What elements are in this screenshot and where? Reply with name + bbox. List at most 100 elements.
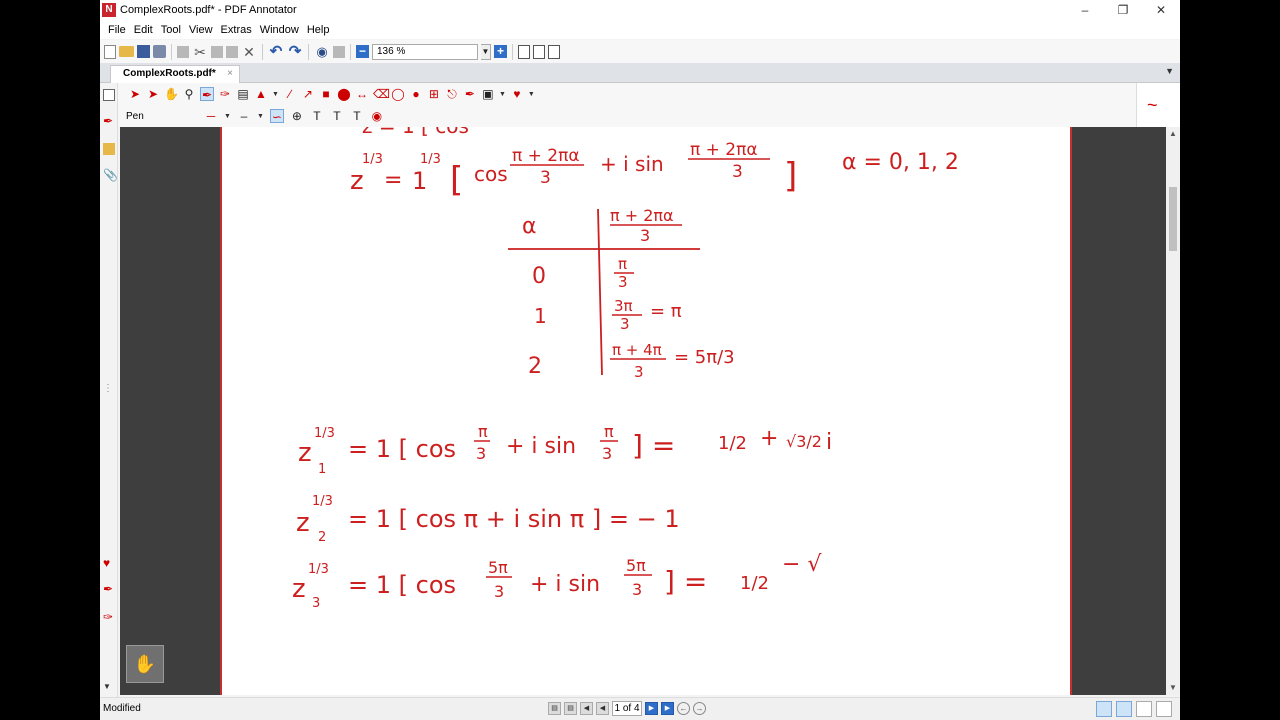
close-icon[interactable]: × <box>227 66 233 82</box>
ink-one: 1 <box>412 167 427 195</box>
cut-icon[interactable]: ✂ <box>192 44 208 60</box>
delete-icon[interactable]: ✕ <box>241 44 257 60</box>
menu-view[interactable]: View <box>185 24 217 36</box>
hand-icon[interactable]: ✋ <box>164 87 179 101</box>
snap-icon[interactable]: ⊕ <box>290 109 304 123</box>
last-page-icon[interactable]: ▶ <box>661 702 674 715</box>
zoom-input[interactable]: 136 % <box>372 43 478 60</box>
continuous-view-icon[interactable] <box>1116 701 1132 717</box>
text-strike-icon[interactable]: T <box>350 109 364 123</box>
pressure-icon[interactable]: ◉ <box>370 109 384 123</box>
menu-tool[interactable]: Tool <box>157 24 185 36</box>
image-icon[interactable]: ▣ <box>481 87 495 101</box>
chevron-down-icon[interactable]: ▼ <box>257 113 264 120</box>
smooth-stroke-icon[interactable]: ∽ <box>269 109 284 124</box>
two-page-view-icon[interactable] <box>1136 701 1152 717</box>
folder-icon[interactable] <box>103 143 115 155</box>
vertical-scrollbar[interactable]: ▲ ▼ <box>1166 127 1180 695</box>
new-document-icon[interactable] <box>104 44 116 59</box>
line-style-icon[interactable]: – <box>237 109 251 123</box>
save-as-icon[interactable] <box>153 45 166 58</box>
menu-help[interactable]: Help <box>303 24 334 36</box>
ellipse-icon[interactable]: ⬤ <box>337 87 351 101</box>
full-screen-icon[interactable] <box>548 44 560 59</box>
splitter-handle-icon[interactable]: ⋮ <box>103 383 115 395</box>
arrow-icon[interactable]: ↗ <box>301 87 315 101</box>
select-text-icon[interactable]: ➤ <box>146 87 160 101</box>
tab-complexroots[interactable]: ComplexRoots.pdf* × <box>110 65 240 83</box>
text-box-icon[interactable]: ▤ <box>236 87 250 101</box>
floating-hand-tool[interactable]: ✋ <box>126 645 164 683</box>
next-page-icon[interactable]: ▶ <box>645 702 658 715</box>
tool-name-label: Pen <box>126 110 144 122</box>
copy-icon[interactable] <box>211 45 223 58</box>
highlighter-icon[interactable]: ✑ <box>103 611 115 623</box>
zoom-out-icon[interactable]: − <box>356 45 369 58</box>
page-thumbnail-icon[interactable]: ▤ <box>564 702 577 715</box>
first-page-icon[interactable]: ◀ <box>580 702 593 715</box>
prev-page-icon[interactable]: ◀ <box>596 702 609 715</box>
link-icon[interactable]: ⎋ <box>445 87 459 101</box>
page-thumbnail-icon[interactable]: ▤ <box>548 702 561 715</box>
stamp-icon[interactable]: ▲ <box>254 87 268 101</box>
close-button[interactable]: ✕ <box>1142 0 1180 20</box>
save-icon[interactable] <box>137 45 150 58</box>
maximize-button[interactable]: ❐ <box>1104 0 1142 20</box>
line-icon[interactable]: ∕ <box>283 87 297 101</box>
chevron-down-icon[interactable]: ▼ <box>528 91 535 98</box>
pen-icon[interactable]: ✒ <box>103 115 115 127</box>
paperclip-icon[interactable]: 📎 <box>103 169 118 181</box>
camera-icon[interactable]: ● <box>409 87 423 101</box>
undo-icon[interactable]: ↶ <box>268 43 284 60</box>
edit-icon[interactable]: ✒ <box>463 87 477 101</box>
lasso-icon[interactable]: ◯ <box>391 87 405 101</box>
chevron-down-icon[interactable]: ▼ <box>272 91 279 98</box>
app-window: N ComplexRoots.pdf* - PDF Annotator – ❐ … <box>100 0 1180 720</box>
scroll-down-icon[interactable]: ▼ <box>1166 681 1180 695</box>
text-tool-icon[interactable]: T <box>310 109 324 123</box>
scrollbar-thumb[interactable] <box>1169 187 1177 251</box>
redo-icon[interactable]: ↷ <box>287 43 303 60</box>
scroll-up-icon[interactable]: ▲ <box>1166 127 1180 141</box>
menu-edit[interactable]: Edit <box>130 24 157 36</box>
print-icon[interactable] <box>177 45 189 58</box>
eraser-icon[interactable]: ⌫ <box>373 87 390 101</box>
chevron-down-icon[interactable]: ▼ <box>1165 66 1174 76</box>
highlighter-icon[interactable]: ✑ <box>218 87 232 101</box>
pen-color-icon[interactable]: ─ <box>204 109 218 123</box>
select-icon[interactable]: ➤ <box>128 87 142 101</box>
ink-row-2-den: 3 <box>634 363 644 381</box>
text-underline-icon[interactable]: T <box>330 109 344 123</box>
menu-file[interactable]: File <box>104 24 130 36</box>
open-folder-icon[interactable] <box>119 46 134 57</box>
fit-page-icon[interactable] <box>518 44 530 59</box>
page-icon[interactable] <box>103 89 115 101</box>
single-page-view-icon[interactable] <box>1096 701 1112 717</box>
fit-width-icon[interactable] <box>533 44 545 59</box>
two-page-continuous-view-icon[interactable] <box>1156 701 1172 717</box>
chevron-down-icon[interactable]: ▼ <box>499 91 506 98</box>
favorites-icon[interactable]: ♥ <box>510 87 524 101</box>
chevron-down-icon[interactable]: ▼ <box>224 113 231 120</box>
document-workspace[interactable]: z = 1 [ cos z 1/3 = 1 1/3 [ cos π + 2 π α … <box>120 127 1166 695</box>
heart-icon[interactable]: ♥ <box>103 557 115 569</box>
rectangle-icon[interactable]: ■ <box>319 87 333 101</box>
zoom-icon[interactable]: ⚲ <box>182 87 196 101</box>
zoom-in-icon[interactable]: + <box>494 45 507 58</box>
minimize-button[interactable]: – <box>1066 0 1104 20</box>
menu-extras[interactable]: Extras <box>217 24 256 36</box>
page-number-field[interactable]: 1 of 4 <box>612 701 642 716</box>
grid-icon[interactable] <box>333 45 345 58</box>
pdf-page[interactable]: z = 1 [ cos z 1/3 = 1 1/3 [ cos π + 2 π α … <box>220 127 1072 695</box>
chevron-down-icon[interactable]: ▼ <box>103 681 115 693</box>
find-icon[interactable]: ◉ <box>314 44 330 60</box>
paste-icon[interactable] <box>226 45 238 58</box>
crop-icon[interactable]: ⊞ <box>427 87 441 101</box>
measure-icon[interactable]: ↔ <box>355 87 369 101</box>
marker-icon[interactable]: ✒ <box>103 583 115 595</box>
pen-icon[interactable]: ✒ <box>200 87 214 102</box>
forward-icon[interactable]: → <box>693 702 706 715</box>
menu-window[interactable]: Window <box>256 24 303 36</box>
back-icon[interactable]: ← <box>677 702 690 715</box>
chevron-down-icon[interactable]: ▼ <box>481 43 491 60</box>
